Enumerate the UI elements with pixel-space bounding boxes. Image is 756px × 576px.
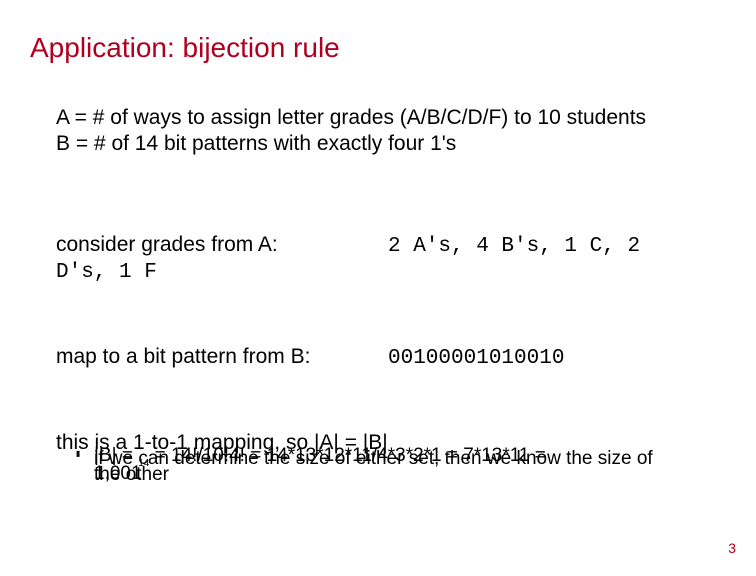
bullet-3b: the other [94, 465, 716, 484]
map-value: 00100001010010 [388, 346, 696, 372]
example-block: consider grades from A: 2 A's, 4 B's, 1 … [56, 232, 696, 287]
map-block: map to a bit pattern from B: 00100001010… [56, 344, 696, 372]
consider-label: consider grades from A: [56, 232, 388, 258]
definitions-block: A = # of ways to assign letter grades (A… [56, 105, 696, 158]
map-label: map to a bit pattern from B: [56, 344, 388, 370]
def-a: A = # of ways to assign letter grades (A… [56, 105, 696, 131]
conclusion-block: this is a 1-to-1 mapping, so |A| = |B| |… [56, 432, 716, 484]
slide: Application: bijection rule A = # of way… [0, 0, 756, 576]
consider-value-line1: 2 A's, 4 B's, 1 C, 2 [388, 234, 696, 260]
slide-title: Application: bijection rule [30, 32, 340, 64]
consider-value-line2: D's, 1 F [56, 260, 696, 286]
def-b: B = # of 14 bit patterns with exactly fo… [56, 131, 696, 157]
page-number: 3 [728, 540, 736, 556]
